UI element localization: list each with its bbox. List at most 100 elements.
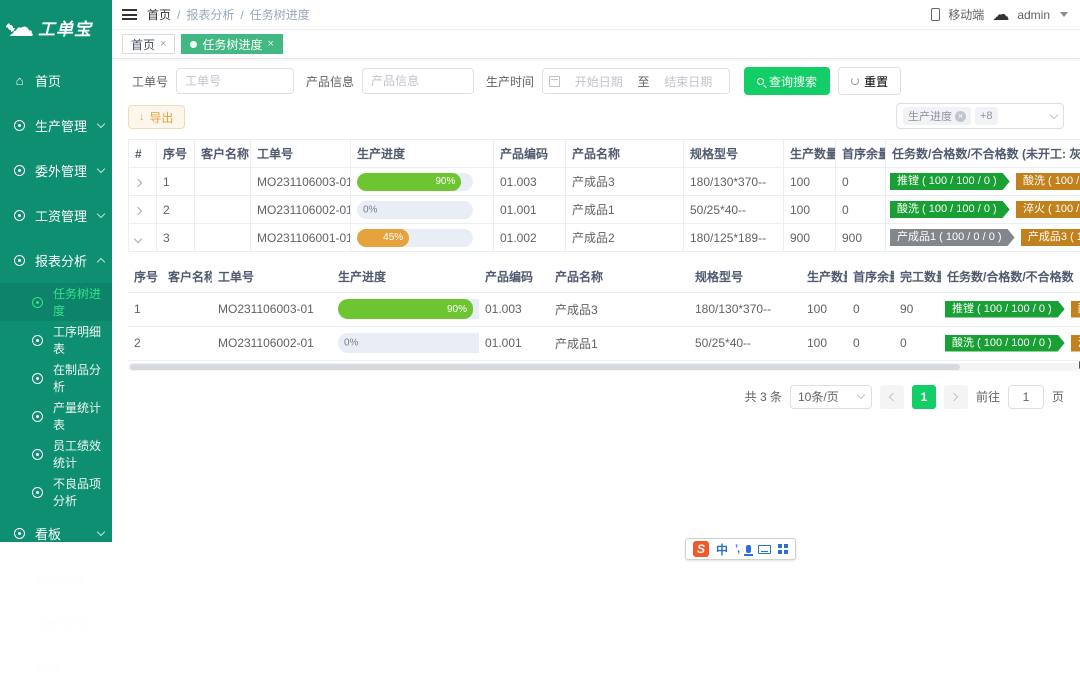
- sogou-logo-icon[interactable]: S: [693, 541, 709, 557]
- table-row[interactable]: 2 MO231106002-01 0% 01.001 产成品1 50/25*40…: [128, 326, 1080, 360]
- chevron-down-icon: [97, 528, 105, 536]
- process-tag: 推镗 ( 100 / 100 / 0 ): [945, 301, 1065, 318]
- progress-filter-tag: 生产进度 ×: [903, 107, 971, 125]
- goto-page-input[interactable]: [1008, 385, 1044, 409]
- sidebar-item-dashboard[interactable]: 看板: [0, 511, 112, 556]
- sidebar-item-process-detail[interactable]: 工序明细表: [0, 321, 112, 359]
- chevron-down-icon: [97, 663, 105, 671]
- chevron-down-icon: [97, 165, 105, 173]
- breadcrumb-reports[interactable]: 报表分析: [186, 6, 243, 23]
- reset-button[interactable]: 重置: [838, 67, 901, 95]
- table-row[interactable]: 1 MO231106003-01 90% 01.003 产成品3 180/130…: [128, 292, 1080, 326]
- sidebar-menu: ⌂ 首页 生产管理 委外管理 工资管理 报表分析 任务树进度: [0, 58, 112, 691]
- active-tab-dot: [190, 41, 197, 48]
- process-detail-icon: [30, 335, 45, 346]
- sidebar-item-production[interactable]: 生产管理: [0, 103, 112, 148]
- sidebar-item-permissions[interactable]: 权限: [0, 646, 112, 691]
- start-date-placeholder[interactable]: 开始日期: [564, 73, 634, 90]
- sidebar-item-defect-analysis[interactable]: 不良品项分析: [0, 473, 112, 511]
- remove-tag-icon[interactable]: ×: [955, 111, 966, 122]
- chevron-down-icon: [97, 210, 105, 218]
- avatar[interactable]: ☁: [992, 6, 1009, 23]
- close-icon[interactable]: ×: [160, 38, 166, 50]
- cloud-logo-icon: ☁: [8, 14, 34, 40]
- salary-icon: [12, 210, 27, 221]
- date-range-picker[interactable]: 开始日期 至 结束日期: [542, 68, 730, 94]
- breadcrumb-home[interactable]: 首页: [147, 6, 180, 23]
- page-number-1[interactable]: 1: [912, 385, 936, 409]
- microphone-icon[interactable]: [746, 545, 751, 553]
- tab-bar: 首页 × 任务树进度 ×: [112, 30, 1080, 59]
- sidebar-item-salary[interactable]: 工资管理: [0, 193, 112, 238]
- sidebar-item-wip-analysis[interactable]: 在制品分析: [0, 359, 112, 397]
- table-row[interactable]: 3 MO231106001-01 45% 01.002 产成品2 180/125…: [129, 224, 1080, 252]
- tab-task-tree-progress[interactable]: 任务树进度 ×: [181, 34, 282, 54]
- user-dropdown-caret-icon[interactable]: [1060, 12, 1068, 17]
- collapse-row-icon[interactable]: [134, 234, 142, 242]
- chevron-down-icon: [1050, 110, 1058, 118]
- progress-filter-select[interactable]: 生产进度 × +8: [896, 103, 1064, 129]
- production-time-label: 生产时间: [486, 73, 534, 90]
- process-tag: 淬火 ( 100 / 80 / 0 ): [1016, 201, 1080, 218]
- chevron-down-icon: [97, 120, 105, 128]
- permissions-icon: [12, 663, 27, 674]
- close-icon[interactable]: ×: [267, 38, 273, 50]
- sidebar-item-reports[interactable]: 报表分析: [0, 238, 112, 283]
- page-unit-label: 页: [1052, 388, 1064, 405]
- sidebar-item-output-stats[interactable]: 产量统计表: [0, 397, 112, 435]
- mobile-icon: [931, 8, 940, 21]
- hamburger-menu-icon[interactable]: [122, 7, 137, 23]
- production-icon: [12, 120, 27, 131]
- expand-row-icon[interactable]: [134, 206, 142, 214]
- filter-row: 工单号 产品信息 生产时间 开始日期 至 结束日期 查询搜索 重置: [128, 67, 1080, 95]
- keyboard-icon[interactable]: [758, 545, 771, 554]
- chevron-down-icon: [857, 391, 865, 399]
- total-count: 共 3 条: [745, 388, 782, 405]
- sidebar-item-employee-performance[interactable]: 员工绩效统计: [0, 435, 112, 473]
- chevron-up-icon: [97, 258, 105, 266]
- ime-language-mode[interactable]: 中: [716, 541, 728, 558]
- progress-bar: 0%: [357, 201, 473, 219]
- search-button[interactable]: 查询搜索: [744, 67, 830, 95]
- product-info-label: 产品信息: [306, 73, 354, 90]
- ime-punctuation-icon[interactable]: ’,: [735, 543, 739, 555]
- sidebar-item-outsourcing[interactable]: 委外管理: [0, 148, 112, 193]
- sidebar-item-base-archives[interactable]: ▤ 基础档案: [0, 556, 112, 601]
- end-date-placeholder[interactable]: 结束日期: [654, 73, 724, 90]
- horizontal-scrollbar[interactable]: [128, 363, 1080, 371]
- order-no-label: 工单号: [132, 73, 168, 90]
- sidebar-item-task-tree-progress[interactable]: 任务树进度: [0, 283, 112, 321]
- order-no-input[interactable]: [176, 68, 294, 94]
- next-page-button[interactable]: [944, 385, 968, 409]
- product-info-input[interactable]: [362, 68, 474, 94]
- tab-home[interactable]: 首页 ×: [122, 34, 175, 54]
- breadcrumb-task-tree: 任务树进度: [250, 6, 310, 23]
- expand-row-icon[interactable]: [134, 178, 142, 186]
- chevron-down-icon: [97, 618, 105, 626]
- app-logo[interactable]: ☁ 工单宝: [0, 0, 112, 54]
- output-stats-icon: [30, 411, 45, 422]
- table-row[interactable]: 2 MO231106002-01 0% 01.001 产成品1 50/25*40…: [129, 196, 1080, 224]
- process-tag: 酸洗 ( 100 / 100 / 0 ): [890, 201, 1010, 218]
- sidebar-item-system[interactable]: 系统管理: [0, 601, 112, 646]
- scrollbar-thumb[interactable]: [130, 364, 960, 370]
- main-table: # 序号 客户名称 工单号 生产进度 产品编码 产品名称 规格型号 生产数量 首…: [128, 139, 1080, 252]
- content: 工单号 产品信息 生产时间 开始日期 至 结束日期 查询搜索 重置: [112, 59, 1080, 541]
- top-navbar: 首页 报表分析 任务树进度 移动端 ☁ admin: [112, 0, 1080, 30]
- refresh-icon: [851, 77, 859, 85]
- task-tree-icon: [30, 297, 45, 308]
- ime-toolbox-icon[interactable]: [778, 544, 788, 554]
- prev-page-button[interactable]: [880, 385, 904, 409]
- process-tag: 酸洗 ( 100 / 90 / 0 ): [1016, 173, 1080, 190]
- export-button[interactable]: ↓ 导出: [128, 105, 185, 129]
- process-tag: 推镗 ( 100 / 100 / 0 ): [890, 173, 1010, 190]
- sidebar-item-home[interactable]: ⌂ 首页: [0, 58, 112, 103]
- table-row[interactable]: 1 MO231106003-01 90% 01.003 产成品3 180/130…: [129, 168, 1080, 196]
- process-tag: 酸洗 ( 100 / 100 / 0 ): [945, 335, 1065, 352]
- main-table-wrapper: # 序号 客户名称 工单号 生产进度 产品编码 产品名称 规格型号 生产数量 首…: [128, 139, 1080, 252]
- username[interactable]: admin: [1017, 8, 1050, 22]
- mobile-label[interactable]: 移动端: [948, 6, 984, 23]
- dashboard-icon: [12, 528, 27, 539]
- chevron-right-icon: [950, 392, 958, 400]
- page-size-select[interactable]: 10条/页: [790, 385, 872, 409]
